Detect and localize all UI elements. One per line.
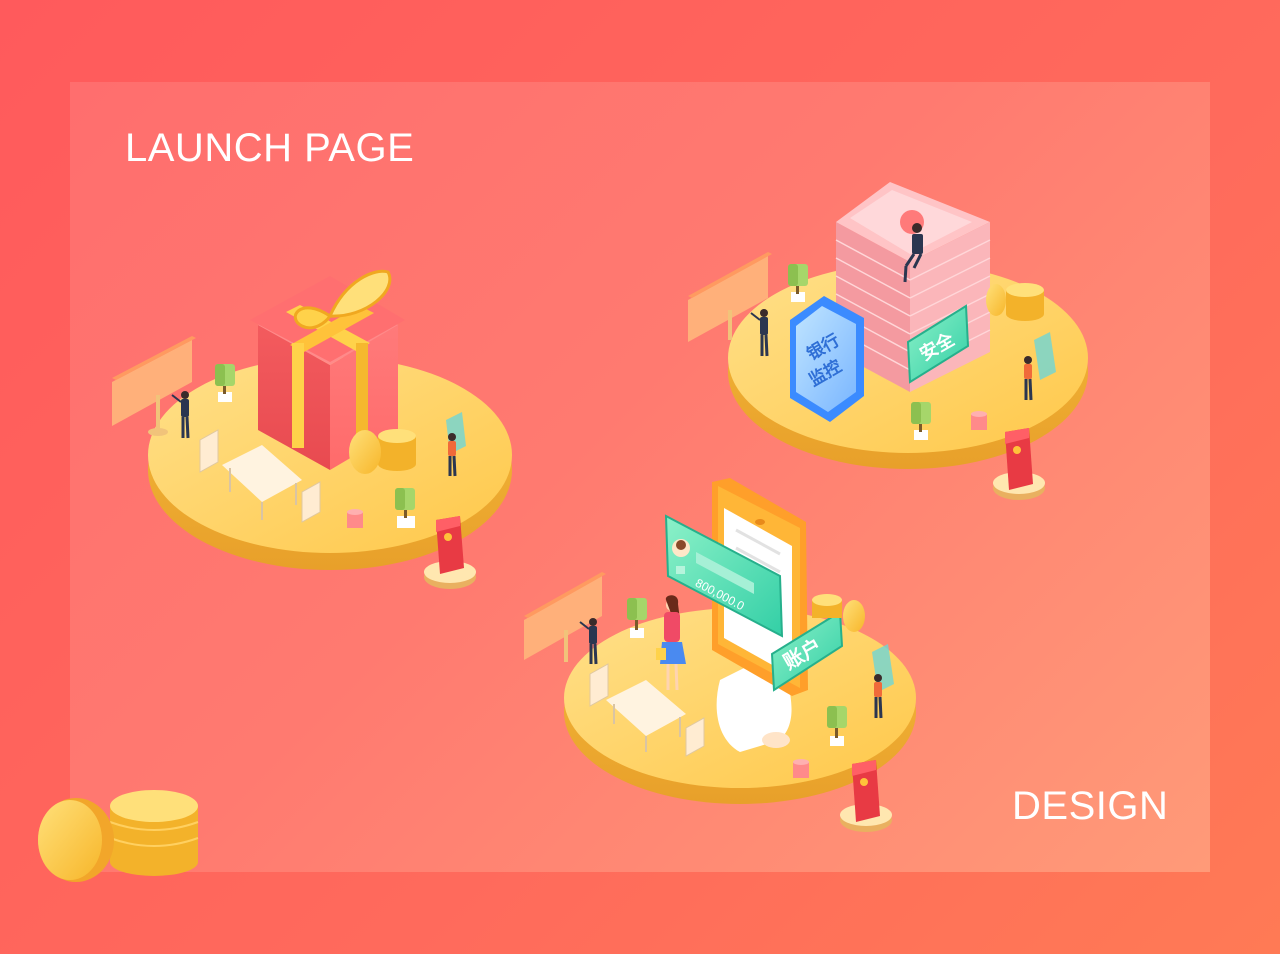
plant-icon (911, 402, 931, 440)
plant-icon (788, 264, 808, 302)
gift-scene (112, 269, 512, 589)
coin-stack-icon (986, 283, 1044, 321)
cup-icon (971, 411, 987, 430)
coin-stack-icon (349, 429, 416, 474)
plant-icon (627, 598, 647, 638)
cup-icon (347, 509, 363, 528)
plant-icon (395, 488, 415, 528)
cup-icon (793, 759, 809, 778)
plant-icon (215, 364, 235, 402)
shield-icon: 银行 监控 (790, 296, 864, 422)
plant-icon (827, 706, 847, 746)
illustration: 银行 监控 安全 800,000.0 账户 (38, 182, 1088, 882)
bank-scene: 银行 监控 安全 (688, 182, 1088, 500)
account-scene: 800,000.0 账户 (524, 478, 916, 832)
corner-coins-icon (38, 790, 199, 882)
